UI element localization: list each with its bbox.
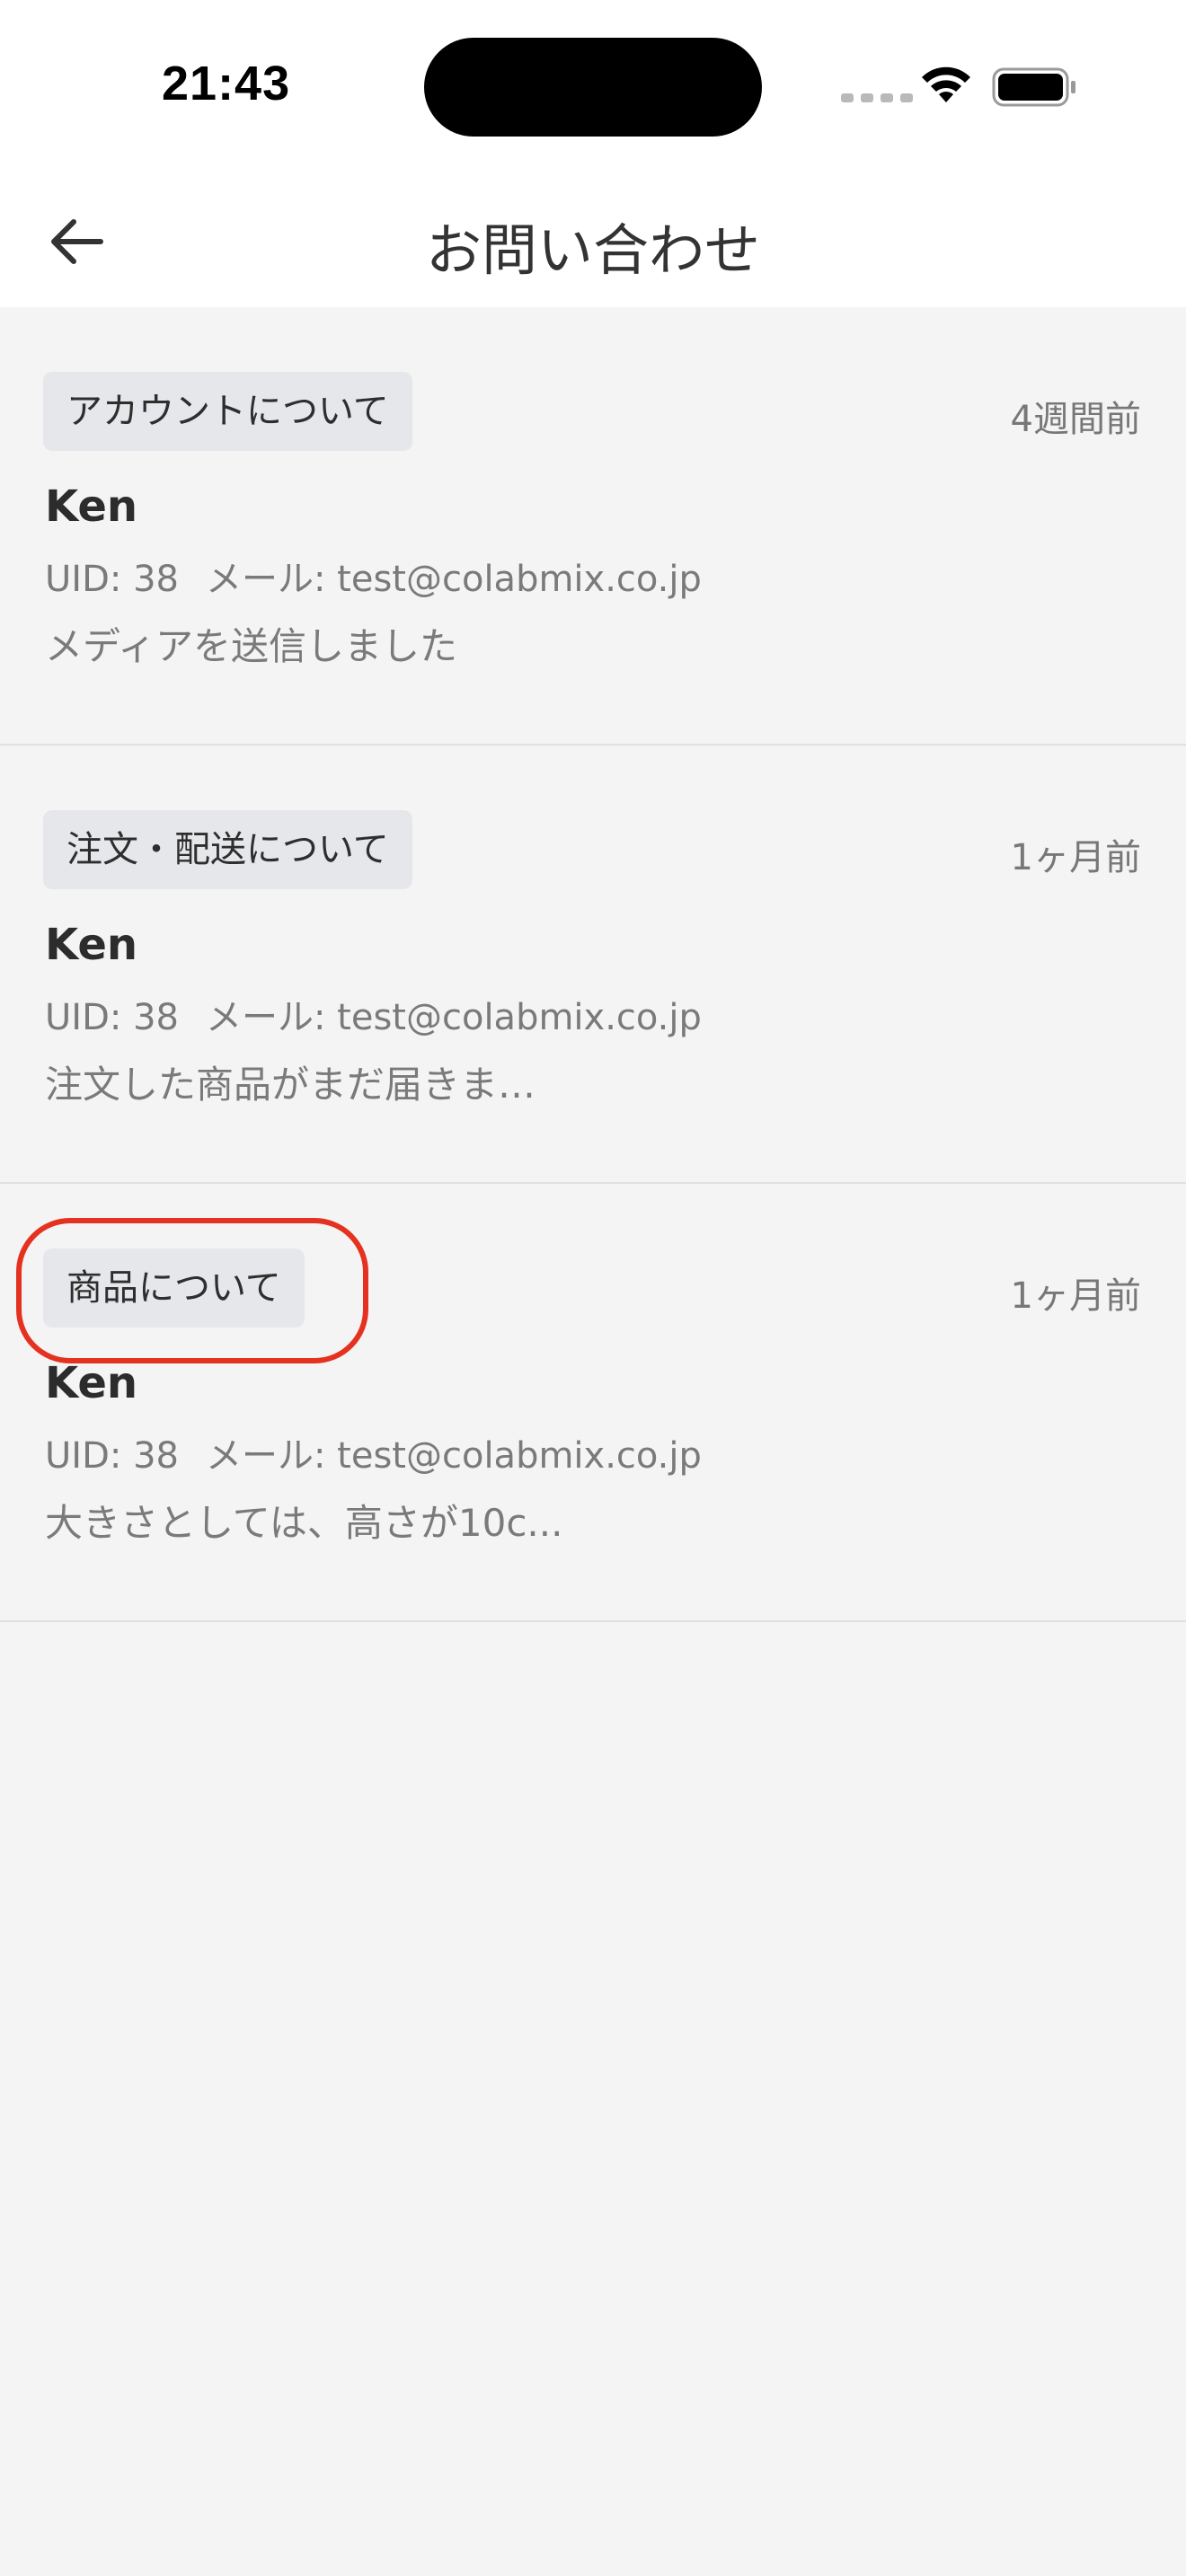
user-meta: UID: 38 メール: test@colabmix.co.jp bbox=[45, 550, 702, 602]
battery-icon bbox=[992, 66, 1078, 111]
time-ago: 1ヶ月前 bbox=[1010, 1275, 1141, 1317]
inquiry-item[interactable]: 商品について 1ヶ月前 Ken UID: 38 メール: test@colabmi… bbox=[0, 1184, 1186, 1622]
category-tag: アカウントについて bbox=[43, 372, 412, 451]
time-ago: 4週間前 bbox=[1010, 399, 1141, 440]
wifi-icon bbox=[918, 65, 974, 110]
cellular-signal-icon bbox=[841, 93, 913, 102]
page-title: お問い合わせ bbox=[425, 217, 760, 283]
user-meta: UID: 38 メール: test@colabmix.co.jp bbox=[45, 1426, 702, 1478]
dynamic-island bbox=[424, 38, 762, 137]
category-tag: 注文・配送について bbox=[43, 810, 412, 889]
status-time: 21:43 bbox=[162, 57, 291, 110]
status-bar: 21:43 bbox=[0, 0, 1186, 171]
message-preview: メディアを送信しました bbox=[45, 624, 458, 668]
user-email: メール: test@colabmix.co.jp bbox=[205, 1435, 702, 1477]
user-name: Ken bbox=[45, 1358, 138, 1408]
user-email: メール: test@colabmix.co.jp bbox=[205, 997, 702, 1038]
user-uid: UID: 38 bbox=[45, 997, 179, 1038]
inquiry-item[interactable]: アカウントについて 4週間前 Ken UID: 38 メール: test@cola… bbox=[0, 307, 1186, 745]
user-email: メール: test@colabmix.co.jp bbox=[205, 559, 702, 600]
user-uid: UID: 38 bbox=[45, 559, 179, 600]
message-preview: 大きさとしては、高さが10c... bbox=[45, 1501, 563, 1545]
user-name: Ken bbox=[45, 920, 138, 970]
inquiry-item[interactable]: 注文・配送について 1ヶ月前 Ken UID: 38 メール: test@cola… bbox=[0, 745, 1186, 1184]
user-uid: UID: 38 bbox=[45, 1435, 179, 1477]
time-ago: 1ヶ月前 bbox=[1010, 837, 1141, 878]
app-header: お問い合わせ bbox=[0, 171, 1186, 307]
inquiry-list: アカウントについて 4週間前 Ken UID: 38 メール: test@cola… bbox=[0, 307, 1186, 1622]
message-preview: 注文した商品がまだ届きま… bbox=[45, 1063, 536, 1107]
user-name: Ken bbox=[45, 481, 138, 532]
category-tag: 商品について bbox=[43, 1248, 305, 1328]
user-meta: UID: 38 メール: test@colabmix.co.jp bbox=[45, 988, 702, 1040]
